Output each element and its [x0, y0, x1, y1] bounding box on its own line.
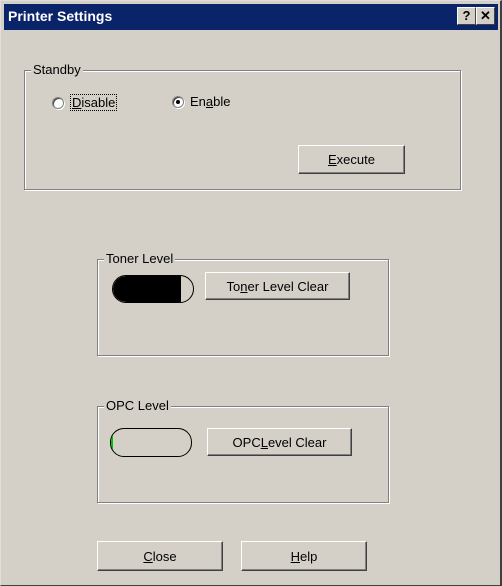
toner-level-group-title: Toner Level: [104, 251, 176, 266]
radio-disable[interactable]: Disable: [52, 94, 118, 111]
radio-enable-label: Enable: [190, 94, 231, 109]
printer-settings-dialog: Printer Settings ? ✕ Standby Disable Ena…: [0, 0, 502, 586]
close-button[interactable]: Close: [97, 541, 223, 571]
radio-disable-label: Disable: [70, 94, 118, 111]
opc-level-group: OPC Level OPC Level Clear: [97, 398, 389, 503]
toner-level-group: Toner Level To n er Level Clear: [97, 251, 389, 356]
toner-level-clear-button[interactable]: To n er Level Clear: [205, 272, 350, 300]
opc-level-clear-button[interactable]: OPC Level Clear: [207, 428, 352, 456]
opc-level-gauge: [110, 428, 192, 457]
close-icon[interactable]: ✕: [476, 7, 495, 25]
radio-enable[interactable]: Enable: [172, 94, 231, 109]
radio-enable-circle[interactable]: [172, 95, 184, 108]
toner-level-fill: [113, 276, 181, 302]
standby-group: Standby Disable Enable Execute: [24, 62, 461, 190]
opc-level-group-title: OPC Level: [104, 398, 171, 413]
toner-level-gauge: [112, 275, 194, 303]
execute-button[interactable]: Execute: [298, 145, 405, 174]
window-title: Printer Settings: [8, 8, 113, 24]
title-bar[interactable]: Printer Settings ? ✕: [4, 4, 498, 30]
radio-disable-circle[interactable]: [52, 96, 64, 109]
opc-level-fill: [111, 429, 113, 456]
help-button[interactable]: Help: [241, 541, 367, 571]
radio-selected-dot: [176, 99, 180, 104]
help-question-icon[interactable]: ?: [457, 7, 476, 25]
standby-group-title: Standby: [31, 62, 83, 77]
